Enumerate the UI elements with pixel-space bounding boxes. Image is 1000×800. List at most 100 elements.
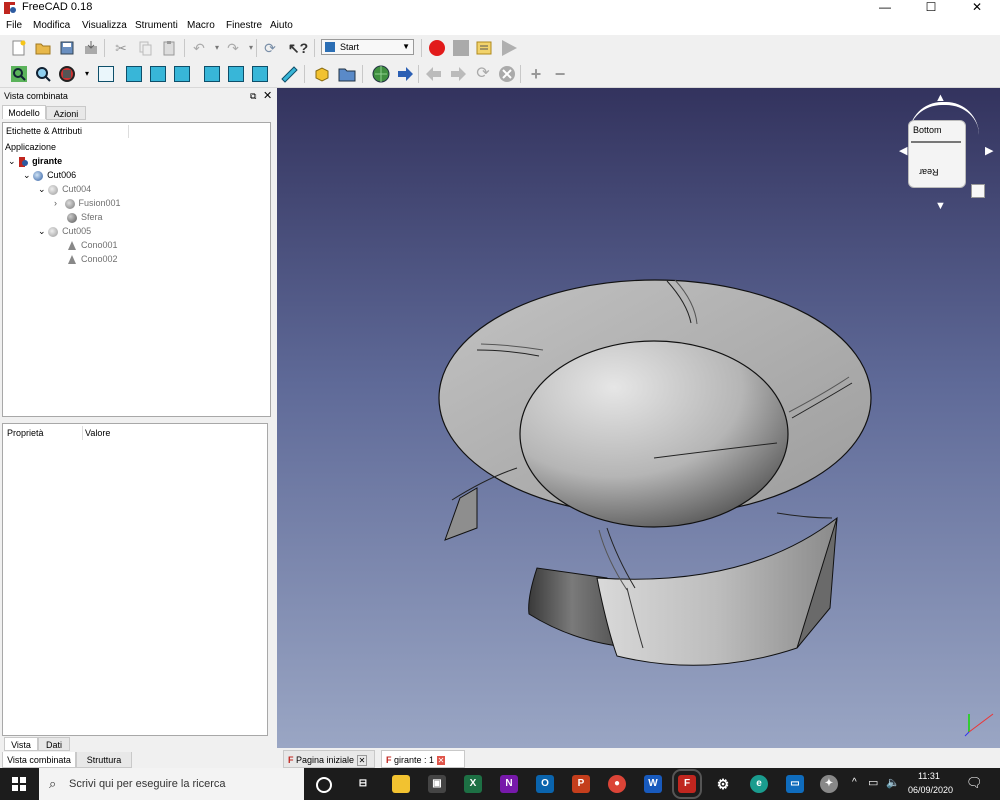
- chevron-down-icon[interactable]: ⌄: [23, 170, 31, 180]
- close-tab-icon[interactable]: ✕: [436, 756, 446, 765]
- nav-cube-face[interactable]: Bottom Rear: [908, 120, 966, 188]
- tab-girante[interactable]: F girante : 1 ✕: [381, 750, 465, 768]
- nav-face-bottom[interactable]: Bottom: [913, 125, 942, 135]
- menu-file[interactable]: File: [6, 20, 22, 31]
- isometric-view-icon[interactable]: [98, 66, 114, 82]
- tree-item-cut006[interactable]: ⌄ Cut006: [23, 169, 76, 182]
- float-panel-icon[interactable]: ⧉: [250, 88, 256, 104]
- chevron-down-icon[interactable]: ⌄: [38, 226, 46, 236]
- front-view-icon[interactable]: [126, 66, 142, 82]
- tree-item-cono001[interactable]: Cono001: [67, 239, 118, 252]
- clock-date[interactable]: 06/09/2020: [908, 785, 953, 795]
- close-button[interactable]: ✕: [954, 0, 1000, 16]
- menu-finestre[interactable]: Finestre: [226, 20, 262, 31]
- measure-distance-icon[interactable]: [280, 65, 298, 83]
- bottom-view-icon[interactable]: [228, 66, 244, 82]
- zoom-in-icon[interactable]: +: [527, 65, 545, 83]
- record-macro-icon[interactable]: [428, 39, 446, 57]
- task-view-icon[interactable]: ⊟: [354, 775, 372, 793]
- tab-pagina-iniziale[interactable]: F Pagina iniziale ✕: [283, 750, 375, 768]
- menu-visualizza[interactable]: Visualizza: [82, 20, 127, 31]
- workbench-selector[interactable]: Start ▼: [321, 39, 414, 55]
- cortana-icon[interactable]: [316, 777, 332, 793]
- create-part-icon[interactable]: [313, 65, 331, 83]
- nav-arrow-down-icon[interactable]: ▼: [935, 200, 946, 212]
- nav-cube-menu-icon[interactable]: [971, 184, 985, 198]
- chevron-down-icon[interactable]: ⌄: [38, 184, 46, 194]
- windows-start-icon[interactable]: [12, 777, 26, 791]
- redo-dropdown-icon[interactable]: ▾: [242, 39, 260, 57]
- zoom-out-icon[interactable]: −: [551, 65, 569, 83]
- chevron-down-icon[interactable]: ⌄: [8, 156, 16, 166]
- excel-icon[interactable]: X: [464, 775, 482, 793]
- volume-icon[interactable]: 🔈: [886, 776, 900, 789]
- menu-aiuto[interactable]: Aiuto: [270, 20, 293, 31]
- store-icon[interactable]: ▣: [428, 775, 446, 793]
- reload-icon[interactable]: ⟳: [474, 65, 492, 83]
- go-forward-blue-icon[interactable]: [396, 65, 414, 83]
- navigation-cube[interactable]: ▲ ◀ ▶ ▼ Bottom Rear: [899, 92, 999, 212]
- powerpoint-icon[interactable]: P: [572, 775, 590, 793]
- web-globe-icon[interactable]: [372, 65, 390, 83]
- tab-struttura[interactable]: Struttura: [76, 752, 132, 768]
- new-file-icon[interactable]: [10, 39, 28, 57]
- clock-time[interactable]: 11:31: [918, 771, 940, 781]
- notifications-icon[interactable]: 🗨: [966, 775, 983, 791]
- tab-dati[interactable]: Dati: [38, 737, 70, 751]
- maximize-button[interactable]: ☐: [908, 0, 954, 16]
- paste-icon[interactable]: [160, 39, 178, 57]
- outlook-icon[interactable]: O: [536, 775, 554, 793]
- run-macro-icon[interactable]: [500, 39, 518, 57]
- app-icon[interactable]: ✦: [820, 775, 838, 793]
- tray-expand-icon[interactable]: ^: [852, 777, 857, 788]
- stop-icon[interactable]: [498, 65, 516, 83]
- chrome-icon[interactable]: ●: [608, 775, 626, 793]
- menu-strumenti[interactable]: Strumenti: [135, 20, 178, 31]
- undo-icon[interactable]: ↶: [190, 39, 208, 57]
- tree-item-cono002[interactable]: Cono002: [67, 253, 118, 266]
- word-icon[interactable]: W: [644, 775, 662, 793]
- back-icon[interactable]: [425, 65, 443, 83]
- tab-vista-combinata[interactable]: Vista combinata: [2, 752, 76, 768]
- edge-icon[interactable]: e: [750, 775, 768, 793]
- minimize-button[interactable]: —: [862, 0, 908, 16]
- cut-icon[interactable]: ✂: [112, 39, 130, 57]
- close-panel-icon[interactable]: ✕: [263, 88, 272, 104]
- save-icon[interactable]: [58, 39, 76, 57]
- taskbar-search[interactable]: ⌕ Scrivi qui per eseguire la ricerca: [39, 768, 304, 800]
- nav-arrow-left-icon[interactable]: ◀: [899, 144, 907, 157]
- tab-modello[interactable]: Modello: [2, 105, 46, 119]
- freecad-taskbar-icon[interactable]: F: [672, 769, 702, 799]
- nav-arrow-right-icon[interactable]: ▶: [985, 144, 993, 157]
- redo-icon[interactable]: ↷: [224, 39, 242, 57]
- edit-macro-icon[interactable]: [476, 39, 494, 57]
- menu-macro[interactable]: Macro: [187, 20, 215, 31]
- nav-face-rear[interactable]: Rear: [919, 167, 939, 177]
- network-app-icon[interactable]: ▭: [786, 775, 804, 793]
- whats-this-icon[interactable]: ↖?: [288, 39, 308, 57]
- open-file-icon[interactable]: [34, 39, 52, 57]
- save-as-icon[interactable]: [82, 39, 100, 57]
- close-tab-icon[interactable]: ✕: [356, 755, 368, 766]
- top-view-icon[interactable]: [150, 66, 166, 82]
- fit-selection-icon[interactable]: [34, 65, 52, 83]
- rear-view-icon[interactable]: [204, 66, 220, 82]
- tab-azioni[interactable]: Azioni: [46, 106, 86, 120]
- chevron-right-icon[interactable]: ›: [54, 198, 57, 208]
- tree-item-sfera[interactable]: Sfera: [67, 211, 103, 224]
- menu-modifica[interactable]: Modifica: [33, 20, 70, 31]
- tree-item-cut005[interactable]: ⌄ Cut005: [38, 225, 91, 238]
- fit-all-icon[interactable]: [10, 65, 28, 83]
- tab-vista[interactable]: Vista: [4, 737, 38, 751]
- forward-icon[interactable]: [449, 65, 467, 83]
- create-group-icon[interactable]: [338, 65, 356, 83]
- copy-icon[interactable]: [136, 39, 154, 57]
- stop-macro-icon[interactable]: [452, 39, 470, 57]
- tree-item-cut004[interactable]: ⌄ Cut004: [38, 183, 91, 196]
- 3d-viewport[interactable]: ▲ ◀ ▶ ▼ Bottom Rear: [277, 88, 1000, 748]
- tree-item-girante[interactable]: ⌄ girante: [8, 155, 62, 168]
- draw-style-icon[interactable]: [58, 65, 76, 83]
- settings-gear-icon[interactable]: ⚙: [714, 775, 732, 793]
- network-icon[interactable]: ▭: [868, 776, 878, 789]
- left-view-icon[interactable]: [252, 66, 268, 82]
